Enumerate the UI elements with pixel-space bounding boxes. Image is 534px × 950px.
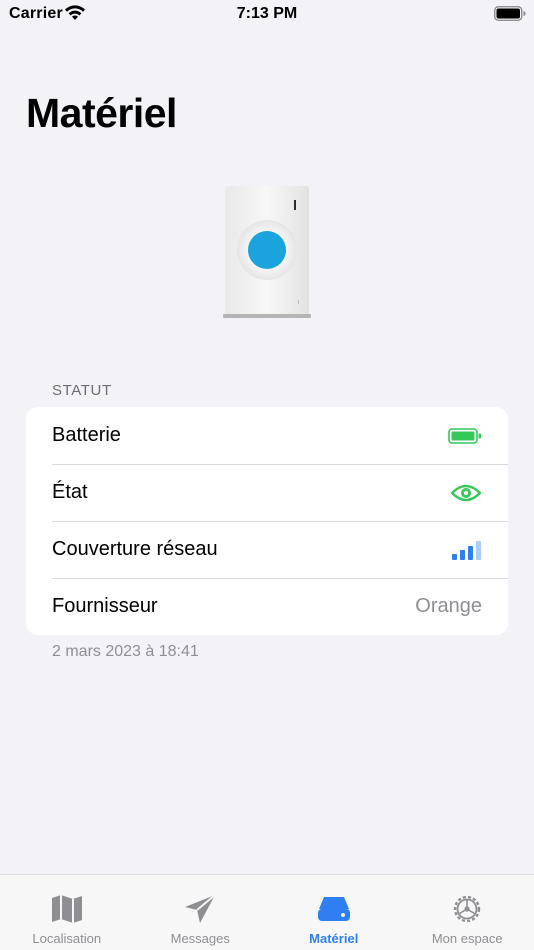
app-screen: Carrier 7:13 PM Matériel STATUT Batterie… [0, 0, 534, 950]
gear-icon [454, 895, 481, 923]
page-title: Matériel [26, 90, 177, 136]
tab-label: Mon espace [431, 931, 503, 946]
row-battery: Batterie [26, 407, 508, 464]
device-image [223, 186, 311, 318]
row-provider: Fournisseur Orange [26, 578, 508, 635]
battery-full-icon [448, 427, 481, 444]
tab-materiel[interactable]: Matériel [267, 875, 401, 950]
paper-plane-icon [185, 894, 216, 923]
clock: 7:13 PM [236, 5, 298, 22]
map-icon [51, 895, 82, 923]
tab-localisation[interactable]: Localisation [0, 875, 134, 950]
tab-mon-espace[interactable]: Mon espace [401, 875, 534, 950]
tab-label: Matériel [309, 931, 359, 946]
status-bar: Carrier 7:13 PM [0, 0, 534, 30]
drive-icon [317, 897, 350, 921]
tab-messages[interactable]: Messages [134, 875, 268, 950]
row-label: Fournisseur [52, 595, 158, 617]
eye-icon [450, 484, 482, 501]
row-label: État [52, 481, 88, 503]
provider-value: Orange [415, 595, 482, 617]
tab-bar: Localisation Messages Matériel Mon espac… [0, 874, 534, 950]
tab-label: Messages [170, 931, 230, 946]
status-battery-icon [494, 6, 526, 21]
row-network-coverage: Couverture réseau [26, 521, 508, 578]
tab-label: Localisation [32, 931, 102, 946]
last-update-timestamp: 2 mars 2023 à 18:41 [52, 643, 199, 660]
status-list: Batterie État Couverture réseau Fourniss… [26, 407, 508, 635]
row-label: Batterie [52, 424, 121, 446]
row-label: Couverture réseau [52, 538, 218, 560]
row-state: État [26, 464, 508, 521]
section-header-statut: STATUT [52, 382, 112, 399]
signal-bars-icon [452, 540, 481, 560]
